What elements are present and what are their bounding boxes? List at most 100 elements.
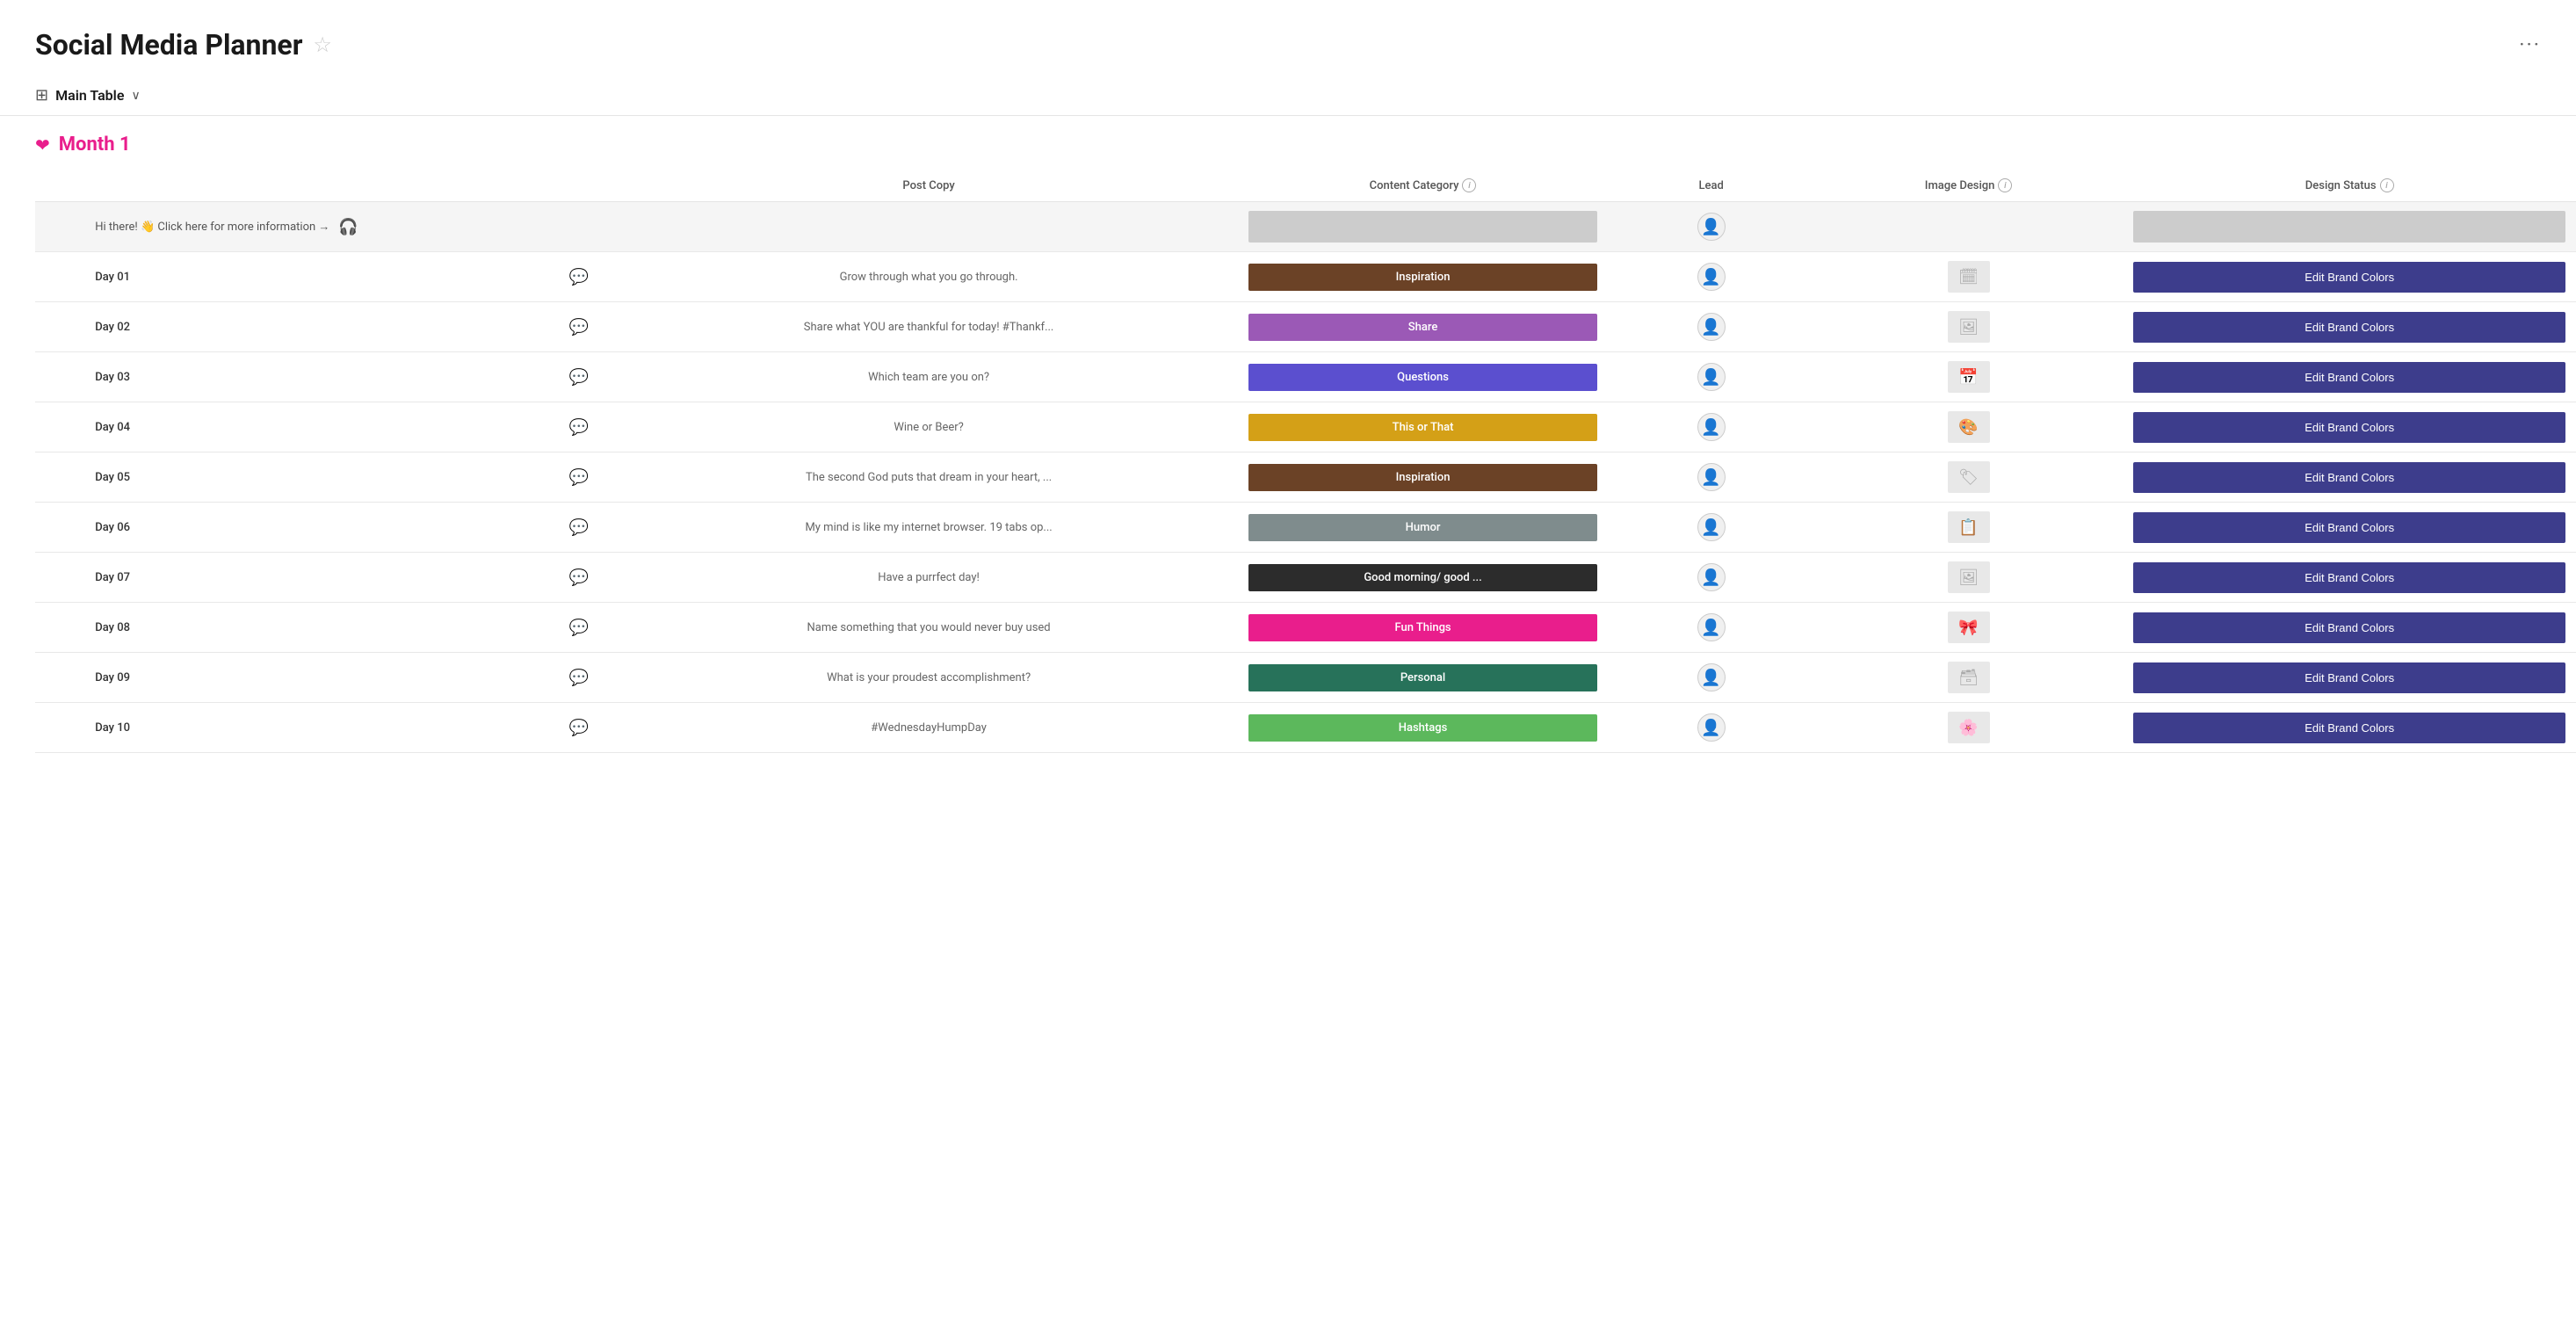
- image-design-cell[interactable]: 📋: [1814, 503, 2124, 553]
- edit-brand-colors-button[interactable]: Edit Brand Colors: [2133, 662, 2565, 693]
- avatar: 👤: [1697, 213, 1726, 241]
- avatar: 👤: [1697, 713, 1726, 742]
- comment-icon[interactable]: 💬: [568, 418, 588, 437]
- comment-cell[interactable]: 💬: [538, 252, 620, 302]
- design-status-cell: Edit Brand Colors: [2123, 553, 2576, 603]
- day-cell: Day 08: [84, 603, 538, 653]
- edit-brand-colors-button[interactable]: Edit Brand Colors: [2133, 612, 2565, 643]
- edit-brand-colors-button[interactable]: Edit Brand Colors: [2133, 262, 2565, 293]
- comment-col-header: [538, 170, 620, 202]
- day-cell: Day 03: [84, 352, 538, 402]
- image-thumbnail: 🎨: [1948, 411, 1990, 443]
- headphone-icon: 🎧: [338, 218, 358, 236]
- comment-icon[interactable]: 💬: [568, 518, 588, 537]
- design-status-info-icon[interactable]: i: [2380, 178, 2394, 192]
- edit-brand-colors-button[interactable]: Edit Brand Colors: [2133, 362, 2565, 393]
- lead-cell: 👤: [1608, 252, 1813, 302]
- comment-cell[interactable]: 💬: [538, 503, 620, 553]
- toolbar: ⊞ Main Table ∨: [0, 76, 2576, 116]
- left-border-cell: [35, 503, 84, 553]
- info-row-text-cell: Hi there! 👋 Click here for more informat…: [84, 202, 619, 252]
- table-row: Day 01 💬 Grow through what you go throug…: [35, 252, 2576, 302]
- content-category-info-icon[interactable]: i: [1462, 178, 1476, 192]
- image-design-cell[interactable]: 🖼: [1814, 553, 2124, 603]
- image-design-info-icon[interactable]: i: [1998, 178, 2012, 192]
- image-design-cell[interactable]: 🖼: [1814, 302, 2124, 352]
- edit-brand-colors-button[interactable]: Edit Brand Colors: [2133, 462, 2565, 493]
- comment-icon[interactable]: 💬: [568, 368, 588, 387]
- edit-brand-colors-button[interactable]: Edit Brand Colors: [2133, 512, 2565, 543]
- comment-icon[interactable]: 💬: [568, 468, 588, 487]
- image-design-cell[interactable]: 🎨: [1814, 402, 2124, 452]
- category-cell: Inspiration: [1238, 452, 1609, 503]
- comment-cell[interactable]: 💬: [538, 553, 620, 603]
- day-col-header: [84, 170, 538, 202]
- comment-cell[interactable]: 💬: [538, 352, 620, 402]
- image-thumbnail: 🌸: [1948, 712, 1990, 743]
- post-copy-cell: Wine or Beer?: [620, 402, 1238, 452]
- comment-icon[interactable]: 💬: [568, 318, 588, 337]
- image-design-col-header: Image Design i: [1814, 170, 2124, 202]
- image-design-cell[interactable]: 🎀: [1814, 603, 2124, 653]
- image-design-cell[interactable]: 🌸: [1814, 703, 2124, 753]
- comment-icon[interactable]: 💬: [568, 568, 588, 587]
- more-options-icon[interactable]: ···: [2519, 33, 2541, 57]
- info-row: Hi there! 👋 Click here for more informat…: [35, 202, 2576, 252]
- table-row: Day 05 💬 The second God puts that dream …: [35, 452, 2576, 503]
- comment-cell[interactable]: 💬: [538, 603, 620, 653]
- comment-cell[interactable]: 💬: [538, 302, 620, 352]
- image-design-cell[interactable]: 📅: [1814, 352, 2124, 402]
- favorite-icon[interactable]: ☆: [313, 33, 332, 57]
- category-badge: Questions: [1248, 364, 1598, 391]
- comment-cell[interactable]: 💬: [538, 703, 620, 753]
- image-design-cell[interactable]: 🗃: [1814, 653, 2124, 703]
- table-row: Day 06 💬 My mind is like my internet bro…: [35, 503, 2576, 553]
- avatar: 👤: [1697, 363, 1726, 391]
- design-status-cell: Edit Brand Colors: [2123, 703, 2576, 753]
- design-status-cell: Edit Brand Colors: [2123, 252, 2576, 302]
- day-cell: Day 06: [84, 503, 538, 553]
- edit-brand-colors-button[interactable]: Edit Brand Colors: [2133, 412, 2565, 443]
- comment-icon[interactable]: 💬: [568, 669, 588, 687]
- table-row: Day 04 💬 Wine or Beer? This or That 👤 🎨 …: [35, 402, 2576, 452]
- category-badge: This or That: [1248, 414, 1598, 441]
- lead-cell: 👤: [1608, 352, 1813, 402]
- avatar: 👤: [1697, 613, 1726, 641]
- comment-cell[interactable]: 💬: [538, 452, 620, 503]
- comment-cell[interactable]: 💬: [538, 653, 620, 703]
- comment-icon[interactable]: 💬: [568, 719, 588, 737]
- left-border-cell: [35, 452, 84, 503]
- chevron-down-icon[interactable]: ∨: [131, 89, 140, 103]
- image-design-cell[interactable]: 🏷: [1814, 452, 2124, 503]
- avatar: 👤: [1697, 413, 1726, 441]
- info-row-text[interactable]: Hi there! 👋 Click here for more informat…: [95, 220, 329, 234]
- category-cell: Fun Things: [1238, 603, 1609, 653]
- lead-cell: 👤: [1608, 302, 1813, 352]
- comment-icon[interactable]: 💬: [568, 268, 588, 286]
- category-cell: This or That: [1238, 402, 1609, 452]
- post-copy-cell: What is your proudest accomplishment?: [620, 653, 1238, 703]
- header-left: Social Media Planner ☆: [35, 28, 332, 62]
- category-badge: Good morning/ good ...: [1248, 564, 1598, 591]
- edit-brand-colors-button[interactable]: Edit Brand Colors: [2133, 713, 2565, 743]
- image-design-cell[interactable]: 🗓: [1814, 252, 2124, 302]
- edit-brand-colors-button[interactable]: Edit Brand Colors: [2133, 562, 2565, 593]
- lead-cell: 👤: [1608, 653, 1813, 703]
- avatar: 👤: [1697, 663, 1726, 691]
- category-badge: Humor: [1248, 514, 1598, 541]
- post-copy-cell: #WednesdayHumpDay: [620, 703, 1238, 753]
- edit-brand-colors-button[interactable]: Edit Brand Colors: [2133, 312, 2565, 343]
- design-status-col-header: Design Status i: [2123, 170, 2576, 202]
- category-cell: Questions: [1238, 352, 1609, 402]
- post-copy-cell: The second God puts that dream in your h…: [620, 452, 1238, 503]
- table-row: Day 09 💬 What is your proudest accomplis…: [35, 653, 2576, 703]
- comment-icon[interactable]: 💬: [568, 619, 588, 637]
- table-row: Day 10 💬 #WednesdayHumpDay Hashtags 👤 🌸 …: [35, 703, 2576, 753]
- image-thumbnail: 🗃: [1948, 662, 1990, 693]
- day-cell: Day 05: [84, 452, 538, 503]
- lead-col-header: Lead: [1608, 170, 1813, 202]
- comment-cell[interactable]: 💬: [538, 402, 620, 452]
- month-toggle-icon[interactable]: ❤: [35, 134, 50, 156]
- avatar: 👤: [1697, 563, 1726, 591]
- day-cell: Day 04: [84, 402, 538, 452]
